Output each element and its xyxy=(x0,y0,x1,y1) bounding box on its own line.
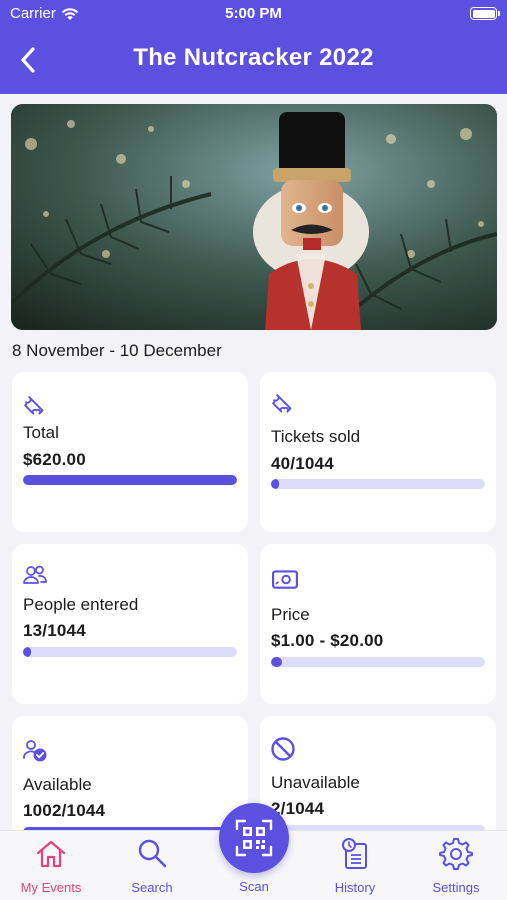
block-icon xyxy=(271,737,295,761)
progress-bar xyxy=(23,647,237,657)
ticket-icon xyxy=(272,394,292,413)
chevron-left-icon xyxy=(21,47,35,73)
progress-fill xyxy=(23,647,31,657)
app-header: Carrier 5:00 PM The Nutcracker 2022 xyxy=(0,0,507,94)
tab-history[interactable]: History xyxy=(305,831,405,900)
battery-icon xyxy=(470,7,500,20)
tab-label: History xyxy=(334,880,376,895)
history-icon xyxy=(342,838,367,869)
status-time: 5:00 PM xyxy=(225,5,282,22)
progress-bar xyxy=(23,475,237,485)
people-icon xyxy=(23,565,47,584)
stat-label: Unavailable xyxy=(271,773,360,792)
tab-label: My Events xyxy=(20,880,82,895)
gear-icon xyxy=(439,838,473,870)
stat-value: $1.00 - $20.00 xyxy=(271,631,384,650)
progress-fill xyxy=(271,657,282,667)
stat-value: $620.00 xyxy=(23,450,86,469)
stat-card-tickets-sold: Tickets sold 40/1044 xyxy=(260,372,496,532)
stat-value: 40/1044 xyxy=(271,454,334,473)
tab-label: Search xyxy=(131,880,173,895)
scan-label: Scan xyxy=(239,879,269,894)
event-date-range: 8 November - 10 December xyxy=(12,341,222,360)
stat-label: Tickets sold xyxy=(271,427,361,446)
stat-label: Total xyxy=(23,423,59,442)
page-title: The Nutcracker 2022 xyxy=(133,44,374,71)
qr-code-icon xyxy=(235,819,273,857)
stat-card-total: Total $620.00 xyxy=(12,372,248,532)
search-icon xyxy=(138,839,167,868)
ticket-icon xyxy=(24,396,44,415)
progress-fill xyxy=(271,479,280,489)
tab-label: Settings xyxy=(432,880,480,895)
stat-label: Available xyxy=(23,775,92,794)
tab-my-events[interactable]: My Events xyxy=(1,831,101,900)
scan-button[interactable] xyxy=(219,803,289,873)
nav-bar: The Nutcracker 2022 xyxy=(0,32,507,88)
stat-label: Price xyxy=(271,605,310,624)
stat-value: 1002/1044 xyxy=(23,801,106,820)
home-icon xyxy=(36,840,66,868)
money-icon xyxy=(272,570,298,589)
back-button[interactable] xyxy=(12,44,44,76)
stat-value: 13/1044 xyxy=(23,621,86,640)
event-image xyxy=(11,104,497,330)
stat-card-people-entered: People entered 13/1044 xyxy=(12,544,248,704)
nutcracker-photo xyxy=(11,104,497,330)
tab-search[interactable]: Search xyxy=(102,831,202,900)
stat-label: People entered xyxy=(23,595,139,614)
progress-bar xyxy=(271,479,485,489)
status-bar: Carrier 5:00 PM xyxy=(0,0,507,28)
tab-settings[interactable]: Settings xyxy=(406,831,506,900)
progress-bar xyxy=(271,657,485,667)
stat-card-price: Price $1.00 - $20.00 xyxy=(260,544,496,704)
progress-fill xyxy=(23,475,237,485)
person-check-icon xyxy=(23,740,47,762)
